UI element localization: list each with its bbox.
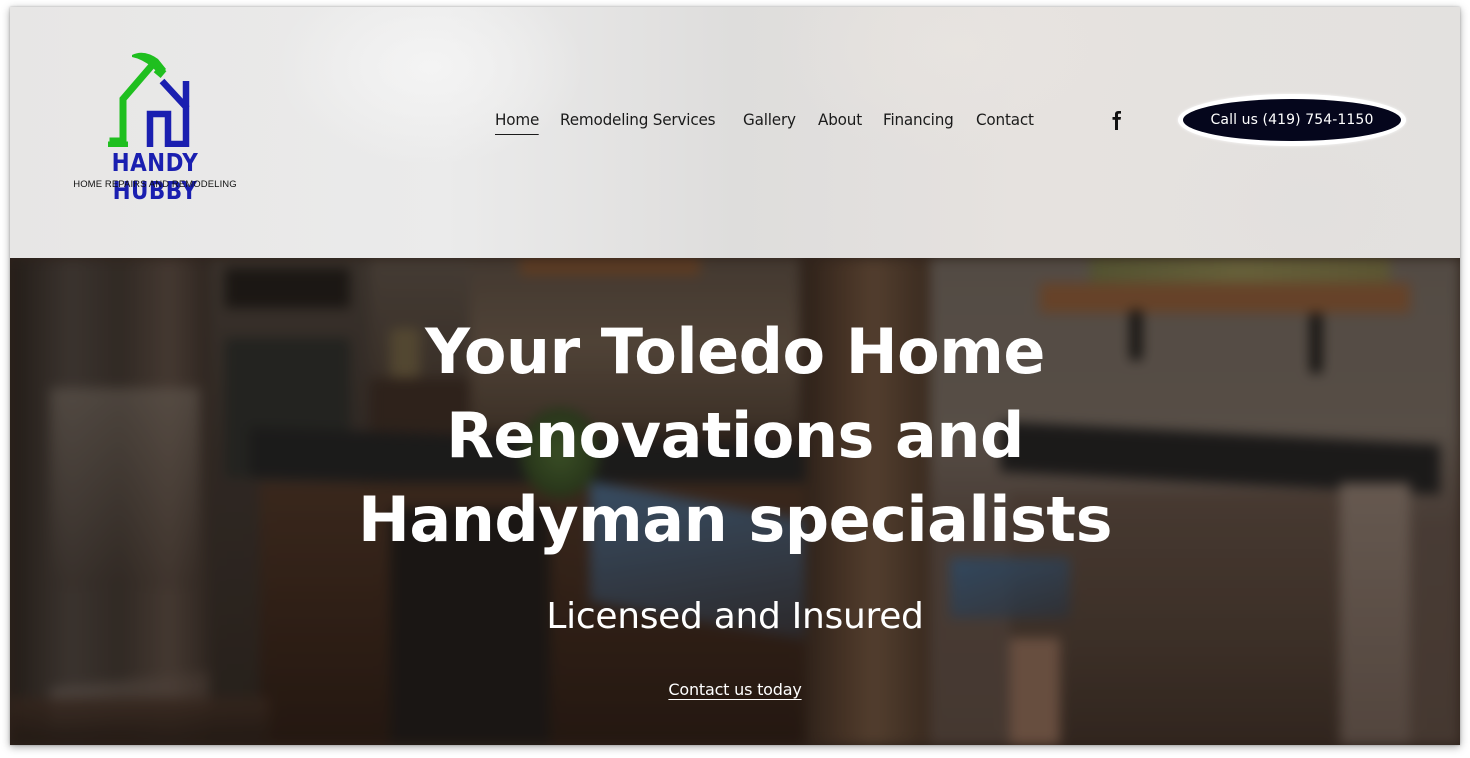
hero-title-line: Your Toledo Home bbox=[425, 315, 1045, 388]
nav-about[interactable]: About bbox=[818, 110, 862, 135]
hero-subtitle: Licensed and Insured bbox=[546, 596, 924, 637]
hero-section: Your Toledo Home Renovations and Handyma… bbox=[10, 258, 1460, 745]
call-button[interactable]: Call us (419) 754-1150 bbox=[1178, 94, 1406, 146]
logo-title: HANDY HUBBY bbox=[111, 148, 199, 205]
browser-page: HANDY HUBBY HOME REPAIRS AND REMODELING … bbox=[10, 7, 1460, 745]
house-hammer-icon bbox=[108, 52, 190, 147]
logo-tagline: HOME REPAIRS AND REMODELING bbox=[73, 179, 237, 190]
hero-title-line: Renovations and bbox=[446, 399, 1024, 472]
nav-gallery[interactable]: Gallery bbox=[743, 110, 796, 135]
hero-content: Your Toledo Home Renovations and Handyma… bbox=[10, 258, 1460, 745]
site-header: HANDY HUBBY HOME REPAIRS AND REMODELING … bbox=[10, 7, 1460, 259]
nav-financing[interactable]: Financing bbox=[883, 110, 954, 135]
facebook-link[interactable] bbox=[1108, 111, 1124, 131]
contact-us-link[interactable]: Contact us today bbox=[668, 680, 801, 699]
nav-remodeling-services[interactable]: Remodeling Services bbox=[560, 110, 716, 135]
facebook-icon bbox=[1112, 111, 1121, 130]
nav-home[interactable]: Home bbox=[495, 110, 539, 135]
hero-title: Your Toledo Home Renovations and Handyma… bbox=[10, 310, 1460, 562]
site-logo[interactable]: HANDY HUBBY HOME REPAIRS AND REMODELING bbox=[68, 51, 242, 205]
nav-contact[interactable]: Contact bbox=[976, 110, 1034, 135]
call-button-label[interactable]: Call us (419) 754-1150 bbox=[1183, 99, 1401, 141]
main-nav: Home Remodeling Services Gallery About F… bbox=[495, 110, 1056, 135]
hero-title-line: Handyman specialists bbox=[358, 483, 1112, 556]
